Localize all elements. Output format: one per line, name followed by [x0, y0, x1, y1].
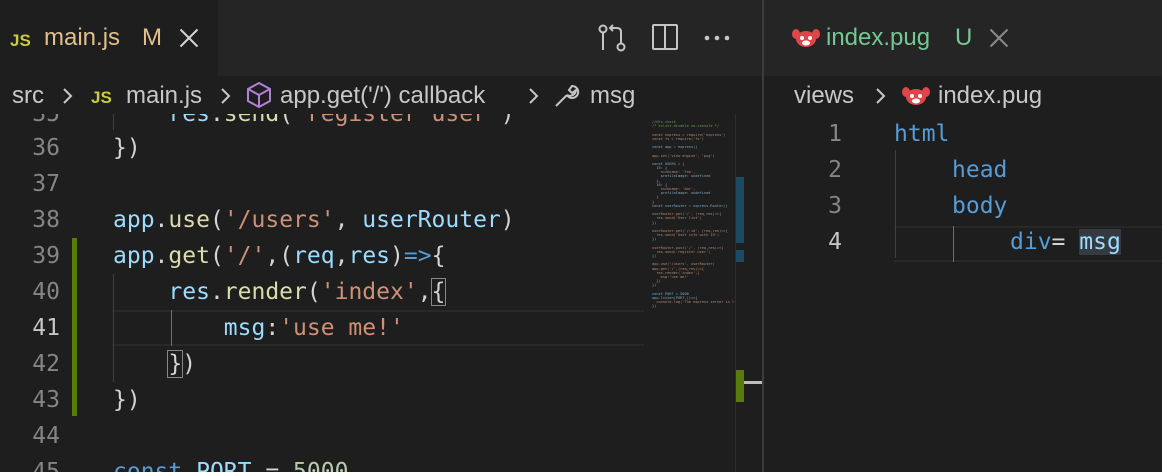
line-number: 2 [828, 157, 842, 183]
wrench-symbol-icon [555, 84, 580, 107]
code-line: msg:'use me!' [223, 315, 404, 341]
more-actions-icon[interactable] [703, 26, 733, 50]
pug-editor[interactable]: 1 2 3 4 html head body div= msg [764, 114, 1162, 472]
code-line: }) [113, 387, 141, 413]
line-number: 39 [32, 243, 60, 269]
minimap-line: console.log('The express server is l [652, 300, 735, 305]
split-editor-icon[interactable] [650, 22, 680, 52]
code-line: }) [167, 350, 197, 378]
code-line: const PORT = 5000 [113, 459, 349, 472]
code-line: }) [113, 135, 141, 161]
open-changes-icon[interactable] [596, 22, 628, 54]
code-line: div= msg [1010, 229, 1121, 255]
pug-tag: html [894, 121, 950, 147]
indent-guide [895, 150, 896, 258]
minimap[interactable]: //@ts-check/* eslint-disable no-console … [644, 114, 736, 472]
code-line: app.use('/users', userRouter) [113, 207, 515, 233]
chevron-right-icon [876, 88, 886, 104]
code-editor[interactable]: 35 36 37 38 39 40 41 42 43 44 45 res.sen… [0, 114, 644, 472]
tab-filename: index.pug [826, 24, 931, 51]
code-line: res.render('index',{ [168, 278, 447, 306]
tab-main-js[interactable]: JS main.js M [0, 0, 218, 76]
breadcrumb-msg[interactable]: msg [590, 78, 635, 114]
breadcrumb-index-pug[interactable]: index.pug [938, 78, 1042, 114]
chevron-right-icon [221, 88, 231, 104]
git-change-indicator [72, 238, 77, 416]
line-number: 3 [828, 193, 842, 219]
pug-file-icon [902, 87, 930, 105]
minimap-change-marker [736, 370, 744, 402]
line-number: 44 [32, 423, 60, 449]
js-file-icon: JS [10, 31, 31, 50]
js-file-icon: JS [91, 88, 112, 107]
scrollbar-position [744, 381, 762, 384]
breadcrumb-main-js[interactable]: main.js [126, 78, 202, 114]
tab-filename: main.js [44, 24, 121, 51]
untracked-badge: U [955, 24, 973, 51]
chevron-right-icon [63, 88, 73, 104]
line-number: 4 [828, 229, 842, 255]
scrollbar-shadow [735, 114, 736, 472]
breadcrumb-views[interactable]: views [794, 78, 854, 114]
close-icon[interactable] [985, 24, 1013, 52]
line-number: 1 [828, 121, 842, 147]
line-number: 36 [32, 135, 60, 161]
minimap-line: }) [652, 304, 657, 309]
line-number: 41 [32, 315, 60, 341]
breadcrumb-src[interactable]: src [12, 78, 44, 114]
minimap-change-marker [736, 250, 744, 262]
code-line: app.get('/',(req,res)=>{ [113, 243, 446, 269]
line-number: 45 [32, 459, 60, 472]
line-number: 38 [32, 207, 60, 233]
method-symbol-icon [247, 81, 271, 109]
code-line: res.send('register user') [168, 114, 515, 127]
chevron-right-icon [529, 88, 539, 104]
minimap-change-marker [736, 177, 744, 243]
indent-guide [953, 226, 954, 262]
scrollbar[interactable] [744, 114, 762, 472]
minimap-line: const userRouter = express.Router() [652, 203, 728, 208]
pug-tag: body [952, 193, 1008, 219]
line-number: 42 [32, 351, 60, 377]
minimap-text: //@ts-check/* eslint-disable no-console … [652, 120, 736, 308]
line-number: 40 [32, 279, 60, 305]
tab-index-pug[interactable]: index.pug U [764, 0, 1030, 76]
line-number: 37 [32, 171, 60, 197]
breadcrumb-callback[interactable]: app.get('/') callback [280, 78, 485, 114]
modified-badge: M [142, 24, 162, 51]
pug-file-icon [792, 29, 820, 47]
pug-tag: head [952, 157, 1008, 183]
close-icon[interactable] [175, 24, 203, 52]
line-number: 43 [32, 387, 60, 413]
